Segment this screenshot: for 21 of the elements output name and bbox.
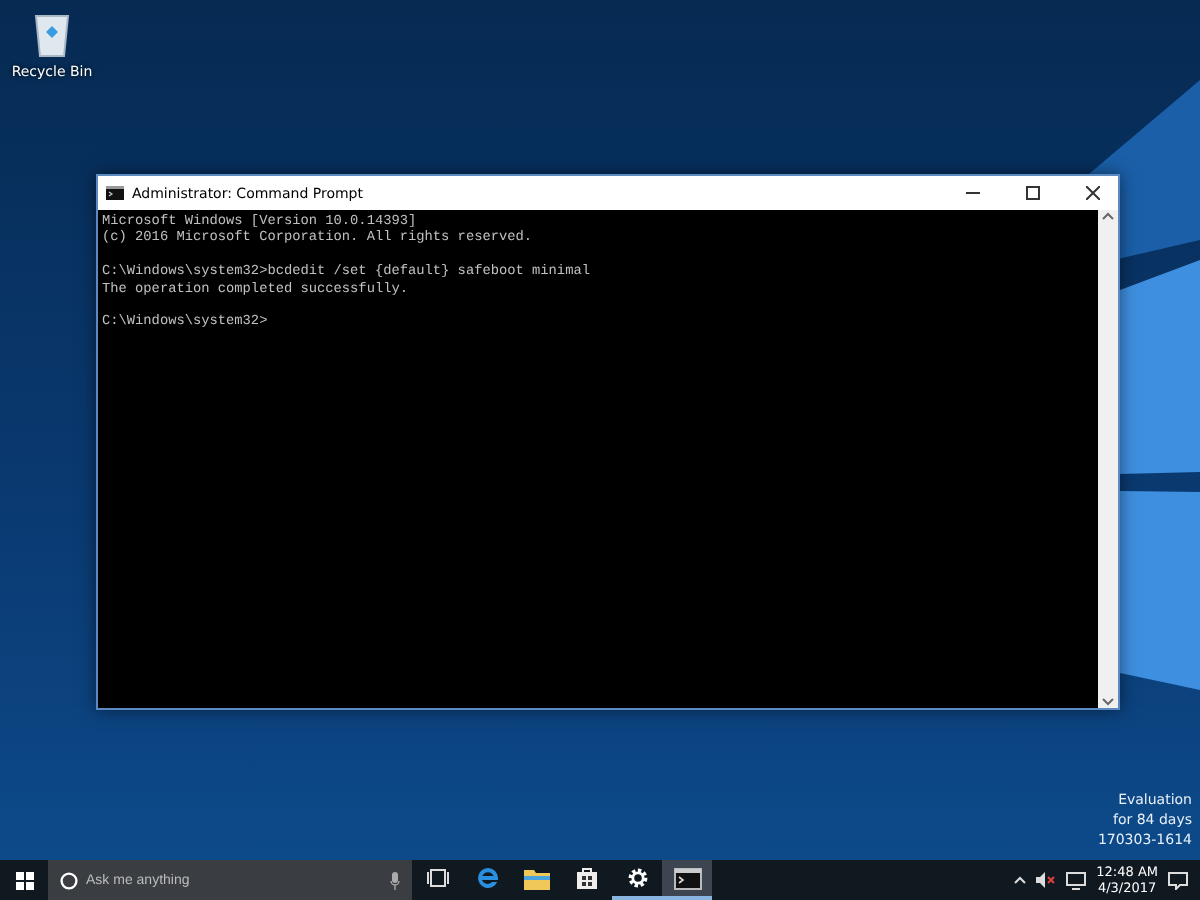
task-view-icon [425,868,449,888]
notification-icon[interactable] [1168,871,1188,889]
maximize-icon [1025,186,1039,200]
windows-logo-icon [15,871,33,889]
close-icon [1085,186,1099,200]
shopping-bag-icon [576,866,598,890]
taskbar-app-button[interactable] [662,860,712,900]
circle-icon [60,871,78,889]
terminal-icon [673,867,701,889]
settings-icon [625,866,649,890]
terminal-icon [106,186,124,200]
network-monitor-icon[interactable] [1066,871,1087,889]
scroll-up-icon[interactable] [1102,210,1114,222]
browser-e-icon [475,866,499,890]
scroll-down-icon[interactable] [1102,696,1114,708]
speaker-muted-icon[interactable] [1036,872,1057,888]
folder-icon [524,867,550,889]
microphone-icon[interactable] [390,871,400,889]
chevron-up-icon[interactable] [1014,876,1027,884]
minimize-icon [965,192,979,194]
recycle-bin-icon [32,10,72,58]
